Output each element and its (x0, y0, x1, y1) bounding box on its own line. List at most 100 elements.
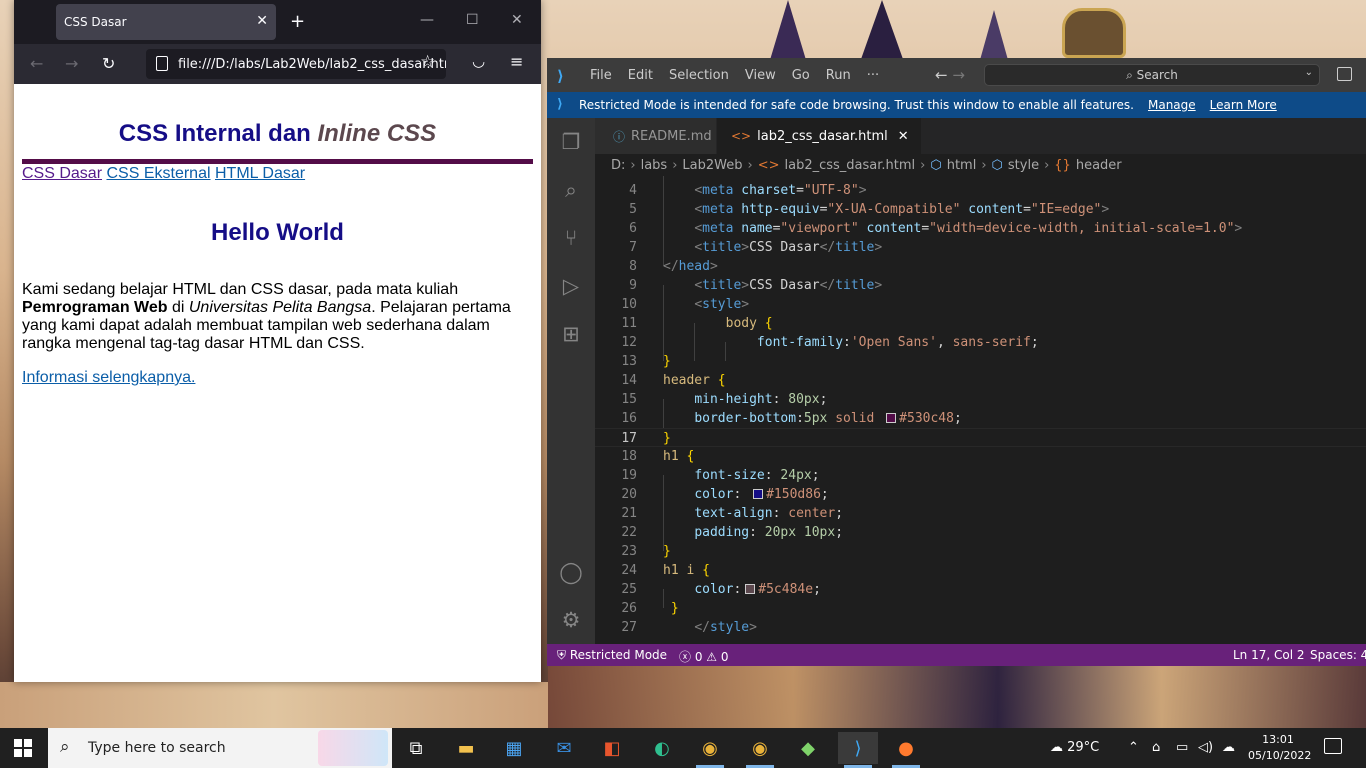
code-line: 27 </style> (621, 620, 757, 635)
wallpaper-spike (770, 0, 806, 60)
color-swatch[interactable] (886, 413, 897, 423)
mail-icon[interactable]: ✉ (544, 732, 584, 764)
weather-widget[interactable]: ☁ 29°C (1050, 740, 1099, 755)
menu-go[interactable]: Go (792, 68, 810, 83)
page-header: CSS Internal dan Inline CSS (22, 84, 533, 164)
maximize-icon[interactable]: ☐ (466, 12, 479, 28)
chrome-profile-icon[interactable]: ◉ (740, 732, 780, 768)
menu-selection[interactable]: Selection (669, 68, 729, 83)
learn-more-link[interactable]: Learn More (1210, 98, 1277, 112)
menu-view[interactable]: View (745, 68, 776, 83)
css-rule-icon: {} (1054, 157, 1071, 173)
battery-icon[interactable]: ▭ (1176, 740, 1188, 755)
restricted-label: Restricted Mode (569, 648, 668, 662)
command-center-search[interactable]: ⌕ Search ⌄ (984, 64, 1320, 86)
nav-link-html-dasar[interactable]: HTML Dasar (215, 165, 305, 182)
browser-tab[interactable]: CSS Dasar ✕ (56, 4, 276, 40)
vscode-logo-icon: ⟩ (557, 67, 564, 85)
breadcrumb-item[interactable]: Lab2Web (682, 158, 742, 173)
network-icon[interactable]: ⌂ (1152, 740, 1160, 755)
code-line: 26 } (621, 601, 679, 616)
breadcrumb-item[interactable]: lab2_css_dasar.html (784, 158, 915, 173)
wallpaper-helmet (1062, 8, 1126, 58)
go-forward-icon[interactable]: → (952, 66, 965, 84)
menu-file[interactable]: File (590, 68, 612, 83)
restricted-mode-indicator[interactable]: ⛨ Restricted Mode (547, 644, 676, 666)
task-view-icon[interactable]: ⧉ (396, 732, 436, 764)
page-title-text: CSS Internal dan (118, 120, 318, 147)
tab-label: README.md (631, 128, 712, 144)
edge-icon[interactable]: ◐ (642, 732, 682, 764)
page-paragraph: Kami sedang belajar HTML dan CSS dasar, … (22, 281, 533, 353)
code-line: 5 <meta http-equiv="X-UA-Compatible" con… (629, 202, 1110, 217)
more-info-link[interactable]: Informasi selengkapnya. (22, 369, 195, 387)
back-icon[interactable]: ← (30, 54, 43, 73)
wallpaper-art (548, 666, 1366, 728)
new-tab-icon[interactable]: + (290, 11, 305, 32)
reload-icon[interactable]: ↻ (102, 54, 115, 73)
hamburger-menu-icon[interactable]: ≡ (510, 52, 523, 71)
volume-icon[interactable]: ◁) (1198, 740, 1213, 755)
menu-edit[interactable]: Edit (628, 68, 653, 83)
web-page: CSS Internal dan Inline CSS CSS Dasar CS… (14, 84, 541, 387)
search-icon[interactable]: ⌕ (559, 178, 583, 202)
breadcrumb-item[interactable]: html (947, 158, 977, 173)
account-icon[interactable]: ◯ (559, 560, 583, 584)
chevron-down-icon[interactable]: ⌄ (1305, 67, 1313, 78)
close-tab-icon[interactable]: ✕ (256, 13, 268, 29)
menu-run[interactable]: Run (826, 68, 851, 83)
forward-icon[interactable]: → (65, 54, 78, 73)
cursor-position[interactable]: Ln 17, Col 2 (1233, 648, 1305, 662)
breadcrumb-item[interactable]: labs (641, 158, 668, 173)
gear-icon[interactable]: ⚙ (559, 608, 583, 632)
search-icon: ⌕ (1126, 67, 1137, 82)
vscode-titlebar: ⟩ File Edit Selection View Go Run ··· ← … (547, 58, 1366, 92)
git-app-icon[interactable]: ◆ (788, 732, 828, 764)
notification-icon[interactable] (1324, 738, 1342, 754)
menu-more[interactable]: ··· (867, 68, 879, 83)
color-swatch[interactable] (753, 489, 764, 499)
clock[interactable]: 13:01 05/10/2022 (1248, 732, 1311, 764)
tab-lab2-css-dasar[interactable]: <> lab2_css_dasar.html ✕ (717, 118, 922, 154)
vscode-taskbar-icon[interactable]: ⟩ (838, 732, 878, 768)
go-back-icon[interactable]: ← (935, 66, 948, 84)
color-swatch[interactable] (745, 584, 756, 594)
chrome-icon[interactable]: ◉ (690, 732, 730, 768)
run-debug-icon[interactable]: ▷ (559, 274, 583, 298)
taskbar-search-placeholder: Type here to search (88, 740, 226, 756)
vscode-window: ⟩ File Edit Selection View Go Run ··· ← … (547, 58, 1366, 666)
breadcrumb-item[interactable]: style (1008, 158, 1039, 173)
office-icon[interactable]: ◧ (592, 732, 632, 764)
close-window-icon[interactable]: ✕ (511, 12, 523, 28)
bookmark-star-icon[interactable]: ☆ (420, 52, 435, 72)
file-explorer-icon[interactable]: ▬ (446, 732, 486, 764)
page-icon (156, 56, 168, 71)
url-bar[interactable]: file:///D:/labs/Lab2Web/lab2_css_dasar.h… (146, 49, 446, 79)
source-control-icon[interactable]: ⑂ (559, 226, 583, 250)
breadcrumb-item[interactable]: D: (611, 158, 625, 173)
breadcrumb-item[interactable]: header (1076, 158, 1122, 173)
code-line: 18 h1 { (621, 449, 695, 464)
code-editor[interactable]: <head> 4 <meta charset="UTF-8"> 5 <meta … (595, 176, 1366, 644)
layout-toggle-icon[interactable] (1337, 67, 1352, 81)
pocket-icon[interactable]: ◡ (472, 52, 485, 70)
paragraph-text: Kami sedang belajar HTML dan CSS dasar, … (22, 281, 459, 298)
nav-link-css-dasar[interactable]: CSS Dasar (22, 165, 102, 182)
close-icon[interactable]: ✕ (898, 129, 909, 144)
firefox-icon[interactable]: ● (886, 732, 926, 768)
taskbar-search-box[interactable]: ⌕ Type here to search (48, 728, 392, 768)
explorer-icon[interactable]: ❐ (559, 130, 583, 154)
extensions-icon[interactable]: ⊞ (559, 322, 583, 346)
indentation-setting[interactable]: Spaces: 4 (1310, 648, 1366, 662)
wallpaper-spike (860, 0, 904, 62)
windows-start-icon[interactable] (14, 739, 32, 757)
tray-chevron-up-icon[interactable]: ⌃ (1128, 740, 1139, 755)
restricted-mode-banner: ⟩ Restricted Mode is intended for safe c… (547, 92, 1366, 118)
microsoft-store-icon[interactable]: ▦ (494, 732, 534, 764)
manage-link[interactable]: Manage (1148, 98, 1196, 112)
onedrive-icon[interactable]: ☁ (1222, 740, 1235, 755)
minimize-icon[interactable]: — (420, 12, 434, 28)
nav-link-css-eksternal[interactable]: CSS Eksternal (106, 165, 210, 182)
problems-indicator[interactable]: ⓧ 0 ⚠ 0 (679, 648, 729, 665)
tab-readme[interactable]: ⓘ README.md (595, 118, 717, 154)
